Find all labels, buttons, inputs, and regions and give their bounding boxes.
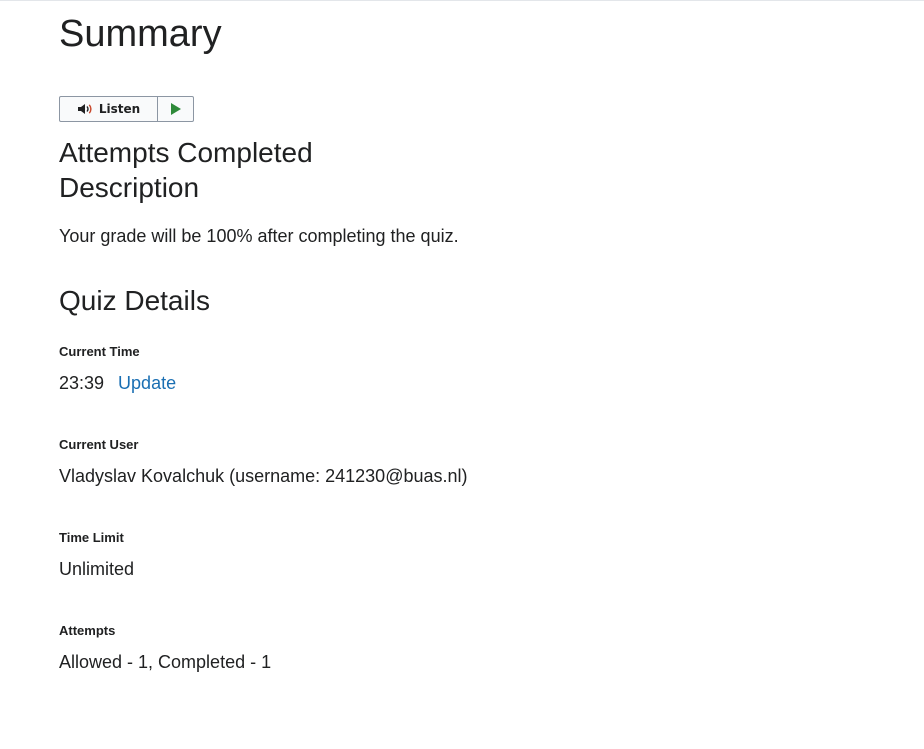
listen-button[interactable]: Listen <box>60 97 158 121</box>
time-limit-value: Unlimited <box>59 559 135 579</box>
attempts-completed-heading: Attempts Completed <box>59 137 313 168</box>
current-time-label: Current Time <box>59 344 140 359</box>
description-text: Your grade will be 100% after completing… <box>59 226 459 246</box>
attempts-label: Attempts <box>59 623 116 638</box>
speaker-icon <box>77 102 95 116</box>
play-button[interactable] <box>158 97 193 121</box>
top-divider <box>0 0 924 1</box>
attempts-value: Allowed - 1, Completed - 1 <box>59 652 272 672</box>
time-limit-label: Time Limit <box>59 530 124 545</box>
update-time-link[interactable]: Update <box>118 373 176 393</box>
current-time-row: 23:39 Update <box>59 372 176 394</box>
current-user-value: Vladyslav Kovalchuk (username: 241230@bu… <box>59 466 468 486</box>
current-user-label: Current User <box>59 437 139 452</box>
page-title: Summary <box>59 13 222 55</box>
quiz-details-heading: Quiz Details <box>59 285 210 316</box>
listen-toolbar: Listen <box>59 96 194 122</box>
listen-label: Listen <box>98 102 141 116</box>
play-icon <box>170 103 182 115</box>
description-heading: Description <box>59 172 200 203</box>
current-time-value: 23:39 <box>59 373 105 393</box>
